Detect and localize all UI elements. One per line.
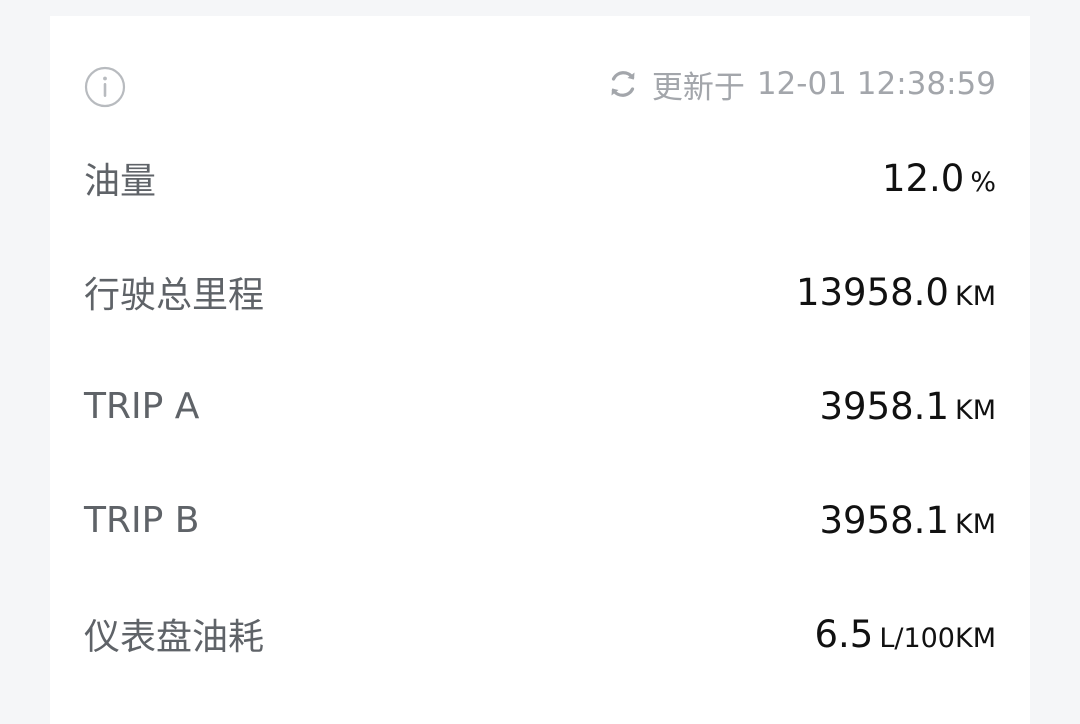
- metric-unit: KM: [954, 394, 996, 426]
- metric-value-group: 13958.0 KM: [796, 271, 996, 314]
- metric-unit: KM: [954, 508, 996, 540]
- metric-value-group: 6.5 L/100KM: [814, 613, 996, 656]
- update-time: 12-01 12:38:59: [756, 66, 996, 102]
- update-prefix: 更新于: [651, 69, 745, 106]
- metric-value: 12.0: [881, 156, 965, 200]
- metric-value-group: 3958.1 KM: [820, 499, 996, 542]
- metric-value-group: 12.0 %: [882, 157, 996, 200]
- metric-row-total-mileage: 行驶总里程 13958.0 KM: [84, 262, 996, 322]
- metric-label: TRIP B: [84, 499, 200, 541]
- metric-row-dashboard-fuel-consumption: 仪表盘油耗 6.5 L/100KM: [84, 604, 996, 664]
- metric-label: TRIP A: [84, 385, 200, 427]
- metric-unit: L/100KM: [879, 622, 996, 654]
- metric-value: 13958.0: [795, 270, 949, 314]
- metric-label: 油量: [84, 161, 157, 202]
- metric-row-trip-a: TRIP A 3958.1 KM: [84, 376, 996, 436]
- refresh-icon[interactable]: [606, 67, 640, 101]
- metric-unit: KM: [954, 280, 996, 312]
- metric-value: 6.5: [814, 612, 874, 656]
- metric-row-fuel-level: 油量 12.0 %: [84, 148, 996, 208]
- metric-value-group: 3958.1 KM: [820, 385, 996, 428]
- metric-unit: %: [970, 166, 996, 198]
- vehicle-status-card: 更新于 12-01 12:38:59 油量 12.0 % 行驶总里程 13958…: [50, 16, 1030, 724]
- card-header: 更新于 12-01 12:38:59: [50, 16, 1030, 156]
- metric-value: 3958.1: [819, 498, 949, 542]
- update-status: 更新于 12-01 12:38:59: [606, 62, 996, 106]
- metric-label: 行驶总里程: [84, 275, 265, 316]
- metric-label: 仪表盘油耗: [84, 617, 265, 658]
- metric-row-trip-b: TRIP B 3958.1 KM: [84, 490, 996, 550]
- info-icon[interactable]: [84, 66, 126, 108]
- metric-value: 3958.1: [819, 384, 949, 428]
